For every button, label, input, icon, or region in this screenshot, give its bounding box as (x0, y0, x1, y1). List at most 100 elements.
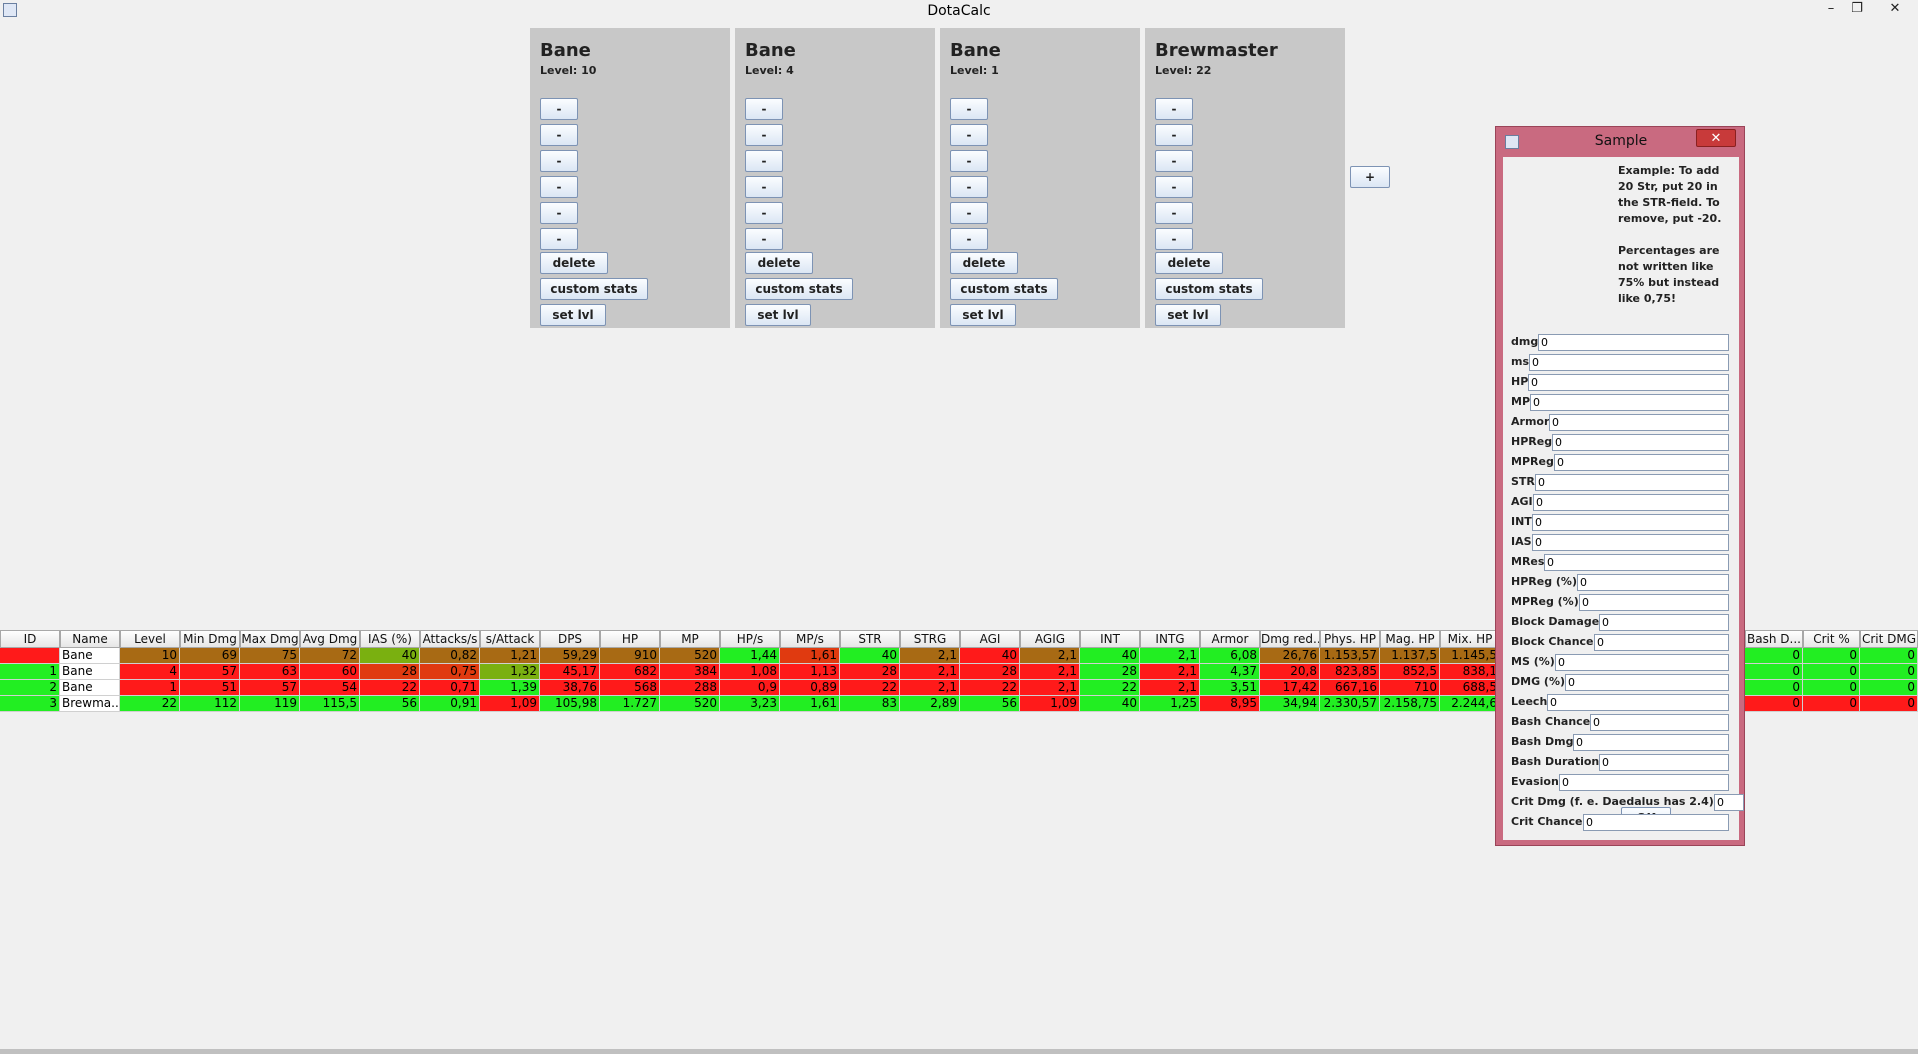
field-input[interactable]: 0 (1577, 574, 1729, 591)
table-cell[interactable]: 0 (1860, 680, 1918, 696)
field-input[interactable]: 0 (1579, 594, 1729, 611)
stat-minus-button[interactable]: - (745, 176, 783, 198)
table-cell[interactable]: Bane (60, 648, 120, 664)
table-cell[interactable]: 40 (360, 648, 420, 664)
delete-button[interactable]: delete (745, 252, 813, 274)
table-cell[interactable]: 2.158,75 (1380, 696, 1440, 712)
field-input[interactable]: 0 (1573, 734, 1729, 751)
column-header[interactable]: AGI (960, 630, 1020, 648)
table-cell[interactable]: 1,32 (480, 664, 540, 680)
field-input[interactable]: 0 (1533, 494, 1729, 511)
field-input[interactable]: 0 (1544, 554, 1729, 571)
stat-minus-button[interactable]: - (745, 150, 783, 172)
column-header[interactable]: Mix. HP (1440, 630, 1500, 648)
stat-minus-button[interactable]: - (950, 176, 988, 198)
table-cell[interactable]: 63 (240, 664, 300, 680)
stat-minus-button[interactable]: - (745, 98, 783, 120)
table-cell[interactable]: 54 (300, 680, 360, 696)
table-cell[interactable]: 57 (180, 664, 240, 680)
table-cell[interactable]: 0,75 (420, 664, 480, 680)
table-cell[interactable]: 0 (1745, 696, 1803, 712)
table-cell[interactable]: 0,89 (780, 680, 840, 696)
stat-minus-button[interactable]: - (950, 202, 988, 224)
table-cell[interactable]: 0,91 (420, 696, 480, 712)
table-cell[interactable]: 40 (1080, 696, 1140, 712)
table-cell[interactable]: 40 (840, 648, 900, 664)
table-cell[interactable]: 688,5 (1440, 680, 1500, 696)
table-cell[interactable]: 1,61 (780, 648, 840, 664)
table-cell[interactable]: 1.727 (600, 696, 660, 712)
stat-minus-button[interactable]: - (1155, 150, 1193, 172)
table-cell[interactable]: 384 (660, 664, 720, 680)
table-cell[interactable]: 28 (360, 664, 420, 680)
field-input[interactable]: 0 (1547, 694, 1729, 711)
table-cell[interactable]: 4,37 (1200, 664, 1260, 680)
table-cell[interactable]: 2,1 (900, 680, 960, 696)
table-cell[interactable]: 1,61 (780, 696, 840, 712)
table-cell[interactable]: 1,09 (1020, 696, 1080, 712)
table-cell[interactable]: 40 (960, 648, 1020, 664)
table-cell[interactable]: 2,89 (900, 696, 960, 712)
field-input[interactable]: 0 (1714, 794, 1744, 811)
field-input[interactable]: 0 (1549, 414, 1729, 431)
table-cell[interactable]: 20,8 (1260, 664, 1320, 680)
table-cell[interactable]: 2,1 (1140, 648, 1200, 664)
table-cell[interactable]: 1,08 (720, 664, 780, 680)
field-input[interactable]: 0 (1529, 354, 1729, 371)
table-cell[interactable]: 59,29 (540, 648, 600, 664)
column-header[interactable]: Min Dmg (180, 630, 240, 648)
table-cell[interactable]: 10 (120, 648, 180, 664)
delete-button[interactable]: delete (1155, 252, 1223, 274)
table-cell[interactable]: 0 (1745, 680, 1803, 696)
field-input[interactable]: 0 (1599, 754, 1729, 771)
table-cell[interactable]: 105,98 (540, 696, 600, 712)
table-cell[interactable]: 288 (660, 680, 720, 696)
set-level-button[interactable]: set lvl (745, 304, 811, 326)
column-header[interactable]: Name (60, 630, 120, 648)
set-level-button[interactable]: set lvl (950, 304, 1016, 326)
table-cell[interactable]: 2,1 (900, 664, 960, 680)
table-cell[interactable]: 2,1 (1020, 680, 1080, 696)
stat-minus-button[interactable]: - (540, 98, 578, 120)
custom-stats-button[interactable]: custom stats (745, 278, 853, 300)
table-cell[interactable]: 22 (360, 680, 420, 696)
custom-stats-button[interactable]: custom stats (950, 278, 1058, 300)
table-cell[interactable]: 2.244,6 (1440, 696, 1500, 712)
stat-minus-button[interactable]: - (540, 176, 578, 198)
stat-minus-button[interactable]: - (1155, 202, 1193, 224)
column-header[interactable]: STRG (900, 630, 960, 648)
field-input[interactable]: 0 (1583, 814, 1729, 831)
table-cell[interactable]: 17,42 (1260, 680, 1320, 696)
table-cell[interactable]: 3 (0, 696, 60, 712)
stat-minus-button[interactable]: - (950, 228, 988, 250)
table-cell[interactable]: 45,17 (540, 664, 600, 680)
stat-minus-button[interactable]: - (540, 202, 578, 224)
table-cell[interactable]: 0 (1803, 680, 1860, 696)
column-header[interactable]: Mag. HP (1380, 630, 1440, 648)
dialog-close-button[interactable]: ✕ (1696, 129, 1736, 147)
table-cell[interactable]: 60 (300, 664, 360, 680)
table-cell[interactable]: 28 (1080, 664, 1140, 680)
column-header[interactable]: INTG (1140, 630, 1200, 648)
table-cell[interactable]: 0,71 (420, 680, 480, 696)
stat-minus-button[interactable]: - (745, 124, 783, 146)
table-cell[interactable]: 682 (600, 664, 660, 680)
table-cell[interactable]: 1.145,5 (1440, 648, 1500, 664)
column-header[interactable]: MP/s (780, 630, 840, 648)
column-header[interactable]: Avg Dmg (300, 630, 360, 648)
field-input[interactable]: 0 (1528, 374, 1729, 391)
table-cell[interactable]: 1,13 (780, 664, 840, 680)
table-cell[interactable]: Brewma... (60, 696, 120, 712)
table-cell[interactable]: 1,44 (720, 648, 780, 664)
table-cell[interactable]: 1.153,57 (1320, 648, 1380, 664)
table-cell[interactable]: 1 (0, 664, 60, 680)
table-cell[interactable]: Bane (60, 664, 120, 680)
column-header[interactable]: Attacks/s (420, 630, 480, 648)
table-cell[interactable]: 2,1 (1140, 680, 1200, 696)
column-header[interactable]: MP (660, 630, 720, 648)
table-cell[interactable]: 112 (180, 696, 240, 712)
close-icon[interactable]: ✕ (1884, 1, 1906, 16)
column-header[interactable]: Crit % (1803, 630, 1860, 648)
table-cell[interactable]: 910 (600, 648, 660, 664)
table-cell[interactable]: 520 (660, 696, 720, 712)
